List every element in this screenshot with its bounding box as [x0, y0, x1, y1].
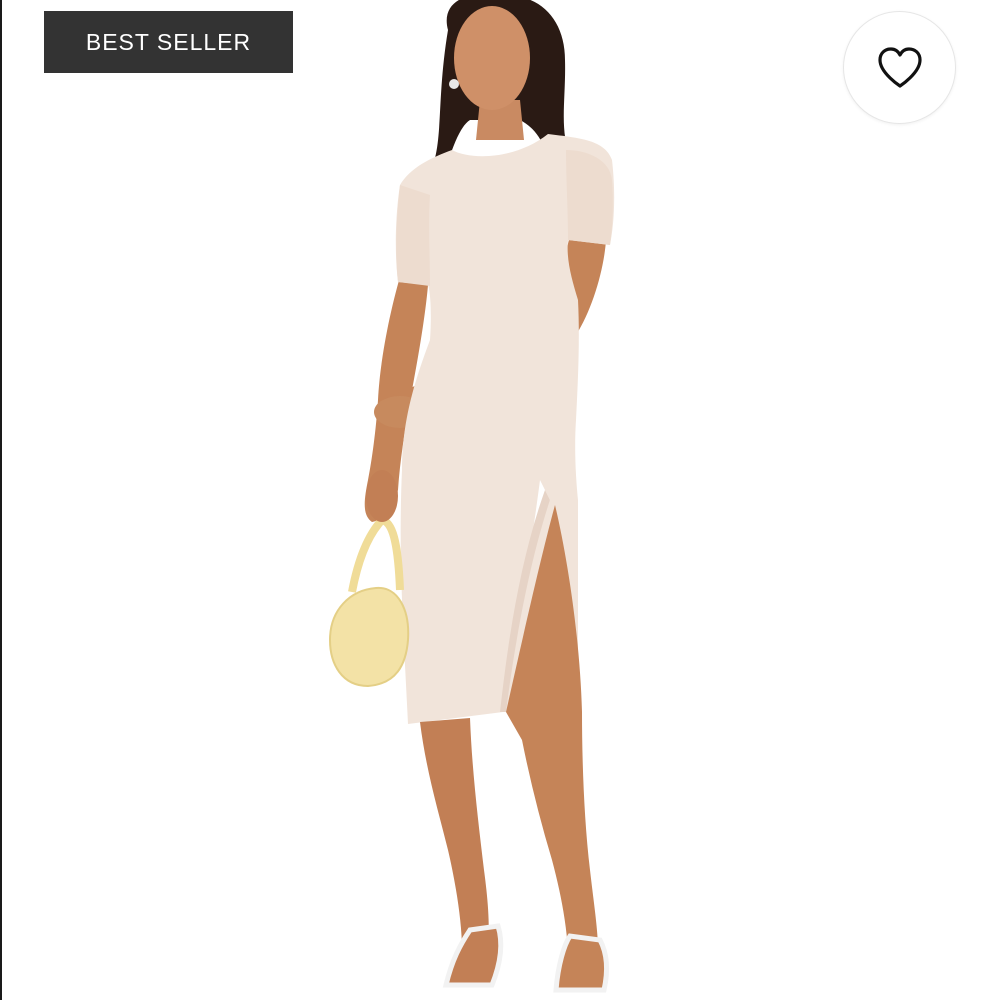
handbag-strap [348, 515, 404, 593]
favorite-button[interactable] [843, 11, 956, 124]
best-seller-label: BEST SELLER [85, 28, 252, 55]
model-shoe-right [553, 933, 610, 993]
model-leg-left [420, 718, 489, 950]
dress-sleeve-left [396, 185, 430, 286]
model-earring [449, 79, 459, 89]
model-hand-bag [366, 470, 398, 522]
left-divider [0, 0, 2, 1000]
product-photo[interactable] [300, 0, 680, 1000]
best-seller-badge: BEST SELLER [44, 11, 293, 73]
product-image-view: BEST SELLER [0, 0, 1000, 1000]
handbag [328, 586, 410, 688]
heart-outline-icon [877, 46, 922, 88]
model-shoe-left [442, 923, 504, 988]
model-face [454, 6, 530, 110]
